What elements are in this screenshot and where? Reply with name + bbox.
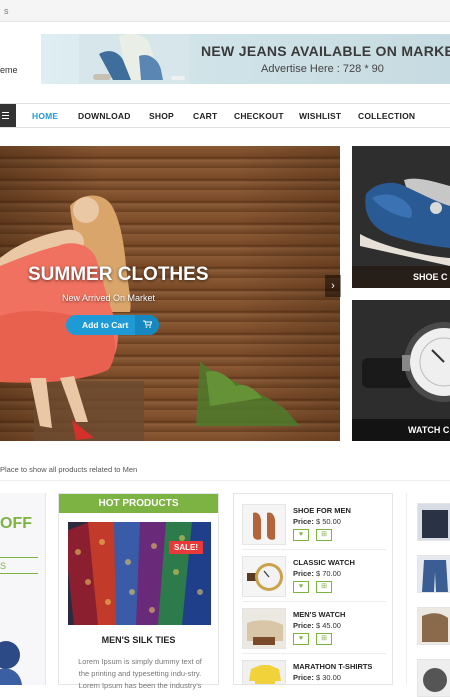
- product-name[interactable]: MEN'S WATCH: [293, 610, 345, 619]
- hero-slider: SUMMER CLOTHES New Arrived On Market Add…: [0, 146, 340, 441]
- nav-item-checkout[interactable]: CHECKOUT: [234, 111, 284, 121]
- hot-products-header: HOT PRODUCTS: [59, 494, 218, 513]
- shoe-image: [352, 146, 450, 266]
- product-thumbnail[interactable]: [417, 607, 450, 645]
- product-name[interactable]: CLASSIC WATCH: [293, 558, 355, 567]
- section-hint-text: Place to show all products related to Me…: [0, 465, 138, 474]
- offer-model-image: [0, 641, 22, 685]
- product-list: SHOE FOR MEN Price: $ 50.00 ♥ ⊞ CLASSIC …: [233, 493, 393, 685]
- product-price: Price: $ 30.00: [293, 673, 341, 682]
- banner-title: NEW JEANS AVAILABLE ON MARKET: [201, 43, 450, 59]
- hero-add-to-cart-label: Add to Cart: [82, 320, 129, 330]
- side-banner-shoes[interactable]: SHOE C: [352, 146, 450, 288]
- nav-item-collection[interactable]: COLLECTION: [358, 111, 415, 121]
- product-thumbnail[interactable]: [417, 503, 450, 541]
- side-banner-watches-label: WATCH C: [408, 425, 450, 435]
- watch-image: [352, 300, 450, 419]
- offer-divider: [0, 557, 38, 558]
- side-banner-shoes-label: SHOE C: [413, 272, 448, 282]
- heart-icon: ♥: [298, 531, 304, 538]
- menu-toggle-button[interactable]: [0, 104, 16, 127]
- section-divider: [0, 480, 450, 481]
- nav-item-cart[interactable]: CART: [193, 111, 217, 121]
- wishlist-button[interactable]: ♥: [293, 529, 309, 541]
- cart-icon: ⊞: [321, 635, 327, 642]
- product-price: Price: $ 45.00: [293, 621, 341, 630]
- product-thumbnail[interactable]: [242, 504, 286, 545]
- right-product-column: [406, 493, 450, 697]
- cart-icon: ⊞: [321, 531, 327, 538]
- side-banner-watches[interactable]: WATCH C: [352, 300, 450, 441]
- silk-ties-image: SALE!: [68, 522, 211, 625]
- hot-product-description: Lorem Ipsum is simply dummy text of the …: [78, 657, 202, 690]
- hero-add-to-cart-button[interactable]: Add to Cart: [66, 315, 159, 335]
- banner-model-image: [79, 34, 189, 84]
- product-thumbnail[interactable]: [242, 660, 286, 684]
- nav-item-shop[interactable]: SHOP: [149, 111, 174, 121]
- hero-title: SUMMER CLOTHES: [28, 264, 209, 285]
- nav-item-wishlist[interactable]: WISHLIST: [299, 111, 341, 121]
- top-bar: s: [0, 0, 450, 22]
- heart-icon: ♥: [298, 583, 304, 590]
- nav-item-home[interactable]: HOME: [32, 111, 58, 121]
- nav-item-download[interactable]: DOWNLOAD: [78, 111, 131, 121]
- cart-icon: ⊞: [321, 583, 327, 590]
- top-bar-text: s: [4, 6, 9, 16]
- product-thumbnail[interactable]: [417, 555, 450, 593]
- product-price: Price: $ 50.00: [293, 517, 341, 526]
- list-item[interactable]: MARATHON T-SHIRTS Price: $ 30.00 ♥ ⊞: [242, 654, 386, 684]
- heart-icon: ♥: [298, 635, 304, 642]
- offer-card[interactable]: OFF S: [0, 493, 46, 685]
- offer-card-subtext: S: [0, 561, 7, 571]
- cart-icon: [135, 315, 159, 335]
- add-to-cart-button[interactable]: ⊞: [316, 581, 332, 593]
- product-price: Price: $ 70.00: [293, 569, 341, 578]
- hot-products-card[interactable]: HOT PRODUCTS SALE! MEN'S SILK TIES Lorem…: [58, 493, 219, 690]
- list-item[interactable]: CLASSIC WATCH Price: $ 70.00 ♥ ⊞: [242, 550, 386, 602]
- chevron-right-icon[interactable]: ›: [325, 275, 341, 297]
- list-item[interactable]: MEN'S WATCH Price: $ 45.00 ♥ ⊞: [242, 602, 386, 654]
- hero-model-image: [0, 195, 300, 441]
- offer-card-text: OFF: [0, 515, 32, 532]
- list-item[interactable]: SHOE FOR MEN Price: $ 50.00 ♥ ⊞: [242, 498, 386, 550]
- wishlist-button[interactable]: ♥: [293, 633, 309, 645]
- product-thumbnail[interactable]: [242, 608, 286, 649]
- product-thumbnail[interactable]: [242, 556, 286, 597]
- add-to-cart-button[interactable]: ⊞: [316, 529, 332, 541]
- hot-product-name[interactable]: MEN'S SILK TIES: [59, 635, 218, 645]
- hero-subtitle: New Arrived On Market: [62, 293, 156, 303]
- product-name[interactable]: MARATHON T-SHIRTS: [293, 662, 372, 671]
- main-nav: HOME DOWNLOAD SHOP CART CHECKOUT WISHLIS…: [0, 103, 450, 128]
- sale-badge: SALE!: [169, 541, 203, 554]
- site-logo-text[interactable]: eme: [0, 65, 18, 75]
- add-to-cart-button[interactable]: ⊞: [316, 633, 332, 645]
- ad-banner[interactable]: NEW JEANS AVAILABLE ON MARKET Advertise …: [41, 34, 450, 84]
- offer-divider: [0, 573, 38, 574]
- wishlist-button[interactable]: ♥: [293, 581, 309, 593]
- product-thumbnail[interactable]: [417, 659, 450, 697]
- product-name[interactable]: SHOE FOR MEN: [293, 506, 351, 515]
- banner-subtitle: Advertise Here : 728 * 90: [261, 63, 384, 75]
